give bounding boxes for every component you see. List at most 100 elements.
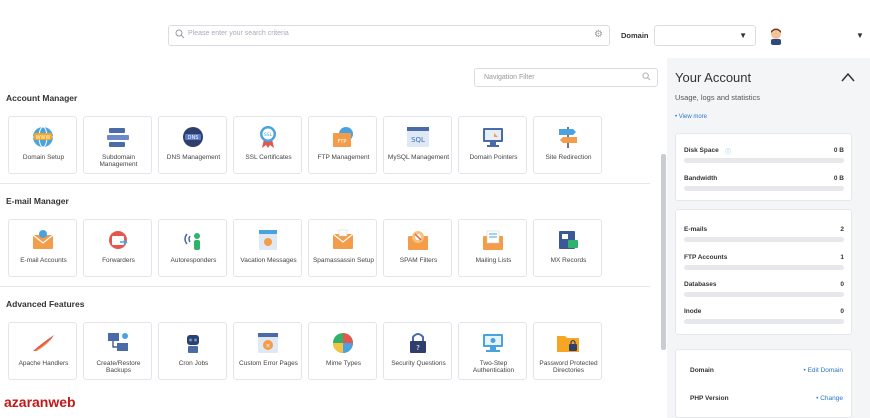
email-accounts-icon [32, 230, 54, 249]
stat-value: 0 [840, 308, 844, 315]
tile-label: Vacation Messages [240, 257, 297, 264]
progress-bar [684, 265, 844, 270]
stat-value: 0 B [833, 147, 844, 154]
stat-name: Inode [684, 308, 702, 315]
svg-text:SSL: SSL [264, 132, 273, 138]
sql-icon: SQL [407, 127, 429, 147]
signpost-icon [559, 127, 577, 148]
tile-spamassassin-setup[interactable]: Spamassassin Setup [308, 219, 377, 277]
user-menu-chevron-icon[interactable]: ▼ [856, 31, 864, 40]
tile-password-protected-directories[interactable]: Password Protected Directories [533, 322, 602, 380]
tile-spam-filters[interactable]: SPAM Filters [383, 219, 452, 277]
stat-value: 1 [840, 254, 844, 261]
svg-text:DNS: DNS [188, 135, 199, 141]
search-input[interactable]: Please enter your search criteria ⚙ [168, 25, 610, 46]
tile-ssl-certificates[interactable]: SSL SSL Certificates [233, 116, 302, 174]
globe-www-icon: WWW [33, 126, 53, 148]
progress-bar [684, 319, 844, 324]
navigation-filter-input[interactable]: Navigation Filter [474, 68, 658, 87]
tile-security-questions[interactable]: ? Security Questions [383, 322, 452, 380]
edit-domain-link[interactable]: • Edit Domain [804, 367, 844, 374]
account-sidebar: Your Account Usage, logs and statistics … [667, 58, 870, 418]
info-icon[interactable]: ⓘ [725, 147, 731, 156]
tile-label: Create/Restore Backups [96, 360, 141, 374]
tile-autoresponders[interactable]: Autoresponders [158, 219, 227, 277]
tile-cron-jobs[interactable]: Cron Jobs [158, 322, 227, 380]
change-php-link[interactable]: • Change [816, 395, 843, 402]
tile-label: Mime Types [326, 360, 361, 367]
tile-subdomain-management[interactable]: Subdomain Management [83, 116, 152, 174]
tile-ftp-management[interactable]: FTP FTP Management [308, 116, 377, 174]
stat-name: Bandwidth [684, 175, 718, 182]
autoresponder-icon [184, 233, 200, 250]
progress-bar [684, 292, 844, 297]
info-key-domain: Domain [690, 367, 714, 374]
tile-label: Subdomain Management [99, 154, 138, 168]
search-icon [175, 29, 188, 42]
ftp-folder-icon: FTP [333, 127, 353, 147]
tile-label: Cron Jobs [178, 360, 209, 367]
security-lock-icon: ? [410, 333, 426, 353]
tile-create-restore-backups[interactable]: Create/Restore Backups [83, 322, 152, 380]
view-more-link[interactable]: • View more [675, 114, 707, 120]
tile-custom-error-pages[interactable]: × Custom Error Pages [233, 322, 302, 380]
tile-mime-types[interactable]: Mime Types [308, 322, 377, 380]
progress-bar [684, 237, 844, 242]
tile-label: DNS Management [166, 154, 221, 161]
tile-label: Domain Pointers [469, 154, 518, 161]
tile-mysql-management[interactable]: SQL MySQL Management [383, 116, 452, 174]
tile-label: Site Redirection [545, 154, 592, 161]
tile-label: Domain Setup [22, 154, 65, 161]
search-icon [642, 72, 651, 83]
tile-label: MX Records [550, 257, 587, 264]
stat-value: 0 B [833, 175, 844, 182]
tile-domain-setup[interactable]: WWW Domain Setup [8, 116, 77, 174]
chevron-up-icon[interactable] [841, 72, 855, 82]
tile-domain-pointers[interactable]: Domain Pointers [458, 116, 527, 174]
tile-mailing-lists[interactable]: Mailing Lists [458, 219, 527, 277]
forwarder-icon [109, 231, 128, 249]
tile-apache-handlers[interactable]: Apache Handlers [8, 322, 77, 380]
tile-two-step-authentication[interactable]: Two-Step Authentication [458, 322, 527, 380]
progress-bar [684, 158, 844, 163]
domain-select[interactable]: ▼ [654, 25, 756, 46]
tile-label: Mailing Lists [475, 257, 512, 264]
info-key-php-version: PHP Version [690, 395, 729, 402]
main-scrollbar[interactable] [661, 154, 666, 350]
tile-label: Forwarders [102, 257, 135, 264]
tile-site-redirection[interactable]: Site Redirection [533, 116, 602, 174]
stat-name: E-mails [684, 226, 708, 233]
tile-label: Security Questions [391, 360, 446, 367]
avatar[interactable] [768, 27, 784, 45]
watermark-text: azaranweb [4, 394, 76, 410]
svg-text:WWW: WWW [36, 135, 51, 141]
search-placeholder: Please enter your search criteria [188, 30, 289, 37]
top-bar: Please enter your search criteria ⚙ Doma… [0, 0, 870, 58]
tile-email-accounts[interactable]: E-mail Accounts [8, 219, 77, 277]
main-content: Navigation Filter Account Manager WWW Do… [0, 58, 666, 418]
usage-card: Disk Space 0 B ⓘ Bandwidth 0 B [675, 133, 852, 201]
spam-filter-icon [408, 231, 428, 250]
tile-label: SSL Certificates [245, 154, 292, 161]
progress-bar [684, 186, 844, 191]
chevron-down-icon: ▼ [739, 31, 747, 40]
tile-label: Spamassassin Setup [312, 257, 375, 264]
tile-forwarders[interactable]: Forwarders [83, 219, 152, 277]
tile-label: Password Protected Directories [539, 360, 598, 374]
vacation-icon [259, 230, 277, 250]
tile-label: SPAM Filters [399, 257, 438, 264]
spamassassin-icon [332, 229, 354, 249]
gear-icon[interactable]: ⚙ [594, 29, 603, 40]
error-page-icon: × [258, 333, 278, 353]
mime-types-icon [333, 333, 353, 353]
tile-mx-records[interactable]: MX Records [533, 219, 602, 277]
tile-dns-management[interactable]: DNS DNS Management [158, 116, 227, 174]
backup-icon [108, 333, 128, 351]
subdomain-www-icon [107, 128, 129, 147]
stat-name: FTP Accounts [684, 254, 728, 261]
stat-name: Databases [684, 281, 717, 288]
tile-vacation-messages[interactable]: Vacation Messages [233, 219, 302, 277]
section-title-email-manager: E-mail Manager [6, 196, 69, 206]
section-divider [0, 183, 650, 184]
svg-text:?: ? [416, 344, 420, 352]
